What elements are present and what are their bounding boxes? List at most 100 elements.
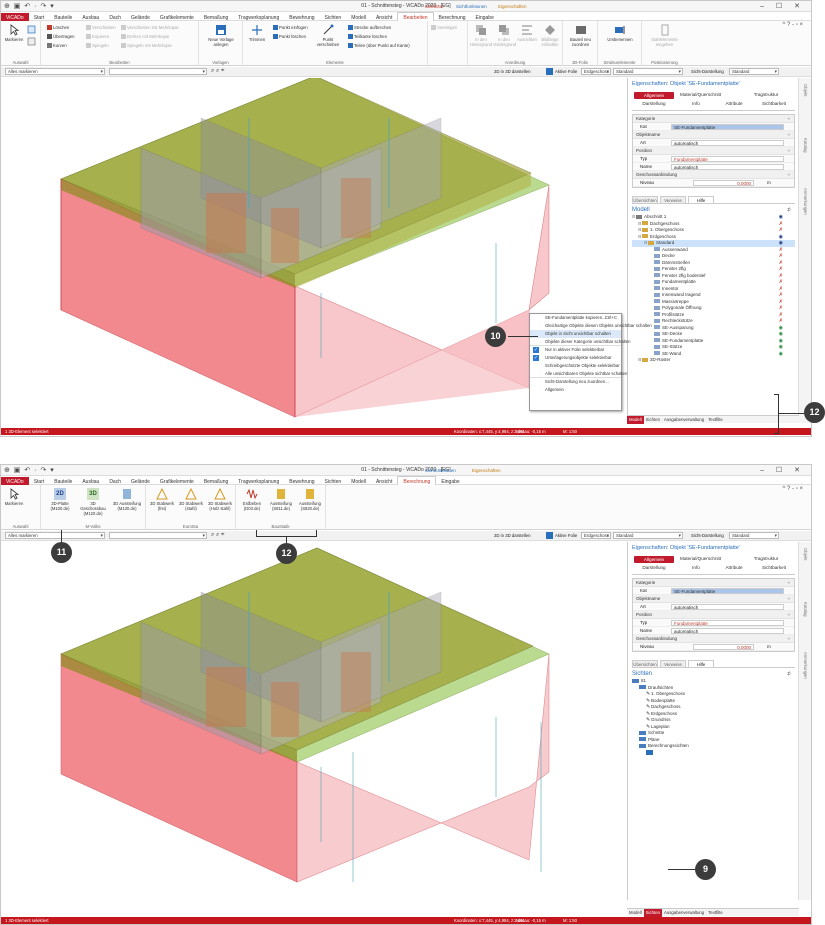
teilkante-loeschen-button[interactable]: Teilkante löschen <box>348 34 387 40</box>
context-tab-selektion[interactable]: Selektion <box>422 1 447 12</box>
stahlelemente-button[interactable]: Stahlelemente eingeben <box>644 24 685 47</box>
tab-modell-w2b[interactable]: Modell <box>627 909 644 917</box>
binoculars-icon-w2[interactable]: ⌕ ⌕ ⌖ <box>211 532 224 539</box>
context-tab-sichtfunktionen[interactable]: Sichtfunktionen <box>453 1 490 12</box>
tab-allgemein[interactable]: Allgemein <box>634 92 674 99</box>
3d-stabwerk-frei-button[interactable]: 3D Stabwerk (frei) <box>148 488 176 511</box>
3d-geschossbau-button[interactable]: 3D 3D Geschossbau (M120.de) <box>77 488 109 516</box>
typ-field[interactable]: Fundamentplatte <box>671 156 784 162</box>
context-menu[interactable]: SE-Fundamentplatte kopieren... Ctrl+C Glei… <box>529 313 652 411</box>
3d-viewport-w2[interactable] <box>1 542 626 900</box>
window-controls[interactable]: – ☐ ✕ <box>760 2 805 10</box>
context-menu-item[interactable]: Alle unsichtbaren Objekte sichtbar schal… <box>530 370 627 378</box>
spiegeln-button[interactable]: Spiegeln <box>86 43 109 49</box>
umbenennen-button[interactable]: Umbenennen <box>600 24 640 42</box>
modell-tree[interactable]: ⊟ Abschnitt 1 ◉ ⊟ Dachgeschoss ✗ ⊟ 1. Obergesch… <box>632 214 795 364</box>
tab-darstellung-w2[interactable]: Darstellung <box>634 565 674 570</box>
tab-hilfe-w2[interactable]: Hilfe <box>688 660 714 668</box>
context-menu-item[interactable]: Sicht-Darstellung neu zuordnen... <box>530 378 621 386</box>
tab-info[interactable]: Info <box>676 101 716 106</box>
niveau-field-w2[interactable]: 0.0000 <box>693 644 754 650</box>
teilen-button[interactable]: Teilen (über Punkt auf Kante) <box>348 43 410 49</box>
verschieben-button[interactable]: Verschieben <box>86 25 116 31</box>
markieren-button[interactable]: Markieren <box>4 24 24 42</box>
tab-uebersichten-w2[interactable]: Übersichten <box>632 660 658 668</box>
strecke-aufbrechen-button[interactable]: Strecke aufbrechen <box>348 25 391 31</box>
context-menu-item[interactable]: ✓ Unterlagerungsobjekte selektierbar <box>530 354 621 362</box>
context-tab-eigenschaften[interactable]: Eigenschaften <box>495 1 530 12</box>
context-menu-item[interactable]: Allgemein <box>530 386 621 394</box>
erdbeben-button[interactable]: Erdbeben (D03.de) <box>238 488 266 511</box>
layer-filter-combo[interactable] <box>109 68 207 75</box>
aussteifung-s811-button[interactable]: Aussteifung (S811.de) <box>267 488 295 511</box>
kopieren-button[interactable]: Kopieren <box>86 34 109 40</box>
art-field-w2[interactable]: automatisch <box>671 604 784 610</box>
tab-sichtbarkeit-w2[interactable]: Sichtbarkeit <box>754 565 794 570</box>
sichten-tree[interactable]: 81 Draufsichten ✎1. Obergeschoss ✎Bodenplat… <box>632 678 795 756</box>
context-menu-item[interactable]: Objekte dieser Kategorie unsichtbar scha… <box>530 338 631 346</box>
tab-modell-w1[interactable]: Modell <box>627 416 644 424</box>
layer-filter-combo-w2[interactable] <box>109 532 207 539</box>
drehen-mehrkopie-button[interactable]: Drehen mit Mehrkopie <box>121 34 169 40</box>
context-menu-item[interactable]: SE-Fundamentplatte kopieren... Ctrl+C <box>530 314 621 322</box>
modell-tree-item[interactable]: ⊟ 3D-Raster <box>632 357 795 364</box>
section-geschossanbindung[interactable]: Geschossanbindung <box>633 171 794 179</box>
sichten-tree-item[interactable] <box>632 749 795 757</box>
markieren-button-w2[interactable]: Markieren <box>4 488 24 506</box>
context-menu-item[interactable]: ✓ Nur in aktiver Folie selektierbar <box>530 346 621 354</box>
context-menu-item[interactable]: Objekt in Sicht unsichtbar schalten <box>530 330 621 338</box>
tab-ausgabe-w2b[interactable]: Ausgabenverwaltung <box>662 909 706 917</box>
section-position-w2[interactable]: Position <box>633 611 794 619</box>
aktive-folie-icon-w2[interactable] <box>546 532 553 539</box>
select-filter-icon[interactable] <box>27 37 36 46</box>
tab-sichten-w1[interactable]: Sichten <box>644 416 662 424</box>
kat-field[interactable]: SE-Fundamentplatte <box>671 124 784 130</box>
punkt-verschieben-button[interactable]: Punkt verschieben <box>313 24 343 47</box>
building-model-3d-w2[interactable] <box>1 542 626 900</box>
trimmen-button[interactable]: Trimmen <box>245 24 269 42</box>
side-tab-anmerkungen[interactable]: Anmerkungen <box>803 188 808 215</box>
ausrichten-button[interactable]: Ausrichten <box>516 24 538 42</box>
vordergrund-button[interactable]: In den Vordergrund <box>493 24 516 47</box>
bauteil-zuordnen-button[interactable]: Bauteil neu zuordnen <box>565 24 596 47</box>
spiegeln-mehrkopie-button[interactable]: Spiegeln mit Mehrkopie <box>121 43 172 49</box>
side-tab-katalog[interactable]: Katalog <box>803 138 808 153</box>
bildlaenge-button[interactable]: Bildlänge einhalten <box>539 24 561 47</box>
3d-stabwerk-holz-button[interactable]: 3D Stabwerk (Holz stahl) <box>206 488 234 511</box>
name-field-w2[interactable]: automatisch <box>671 628 784 634</box>
tab-verweise[interactable]: Verweise <box>660 196 686 204</box>
select-window-icon[interactable] <box>27 25 36 34</box>
tab-tragstruktur-w2[interactable]: Tragstruktur <box>746 556 786 561</box>
tab-bearbeiten[interactable]: Bearbeiten <box>397 12 434 21</box>
tab-berechnung-w2[interactable]: Berechnung <box>397 476 437 485</box>
sichtdarstellung-combo-w2[interactable]: Standard <box>729 532 779 539</box>
binoculars-icon[interactable]: ⌕ ⌕ ⌖ <box>211 68 224 75</box>
uebertragen-button[interactable]: Übertragen <box>47 34 75 40</box>
section-geschossanbindung-w2[interactable]: Geschossanbindung <box>633 635 794 643</box>
side-tab-objekt[interactable]: Objekt <box>803 84 808 96</box>
name-field[interactable]: automatisch <box>671 164 784 170</box>
selection-combo-w2[interactable]: Alles markieren <box>5 532 105 539</box>
tab-verweise-w2[interactable]: Verweise <box>660 660 686 668</box>
punkt-einfuegen-button[interactable]: Punkt einfügen <box>273 25 308 31</box>
3d-aussteifung-button[interactable]: 3D Aussteifung (M130.de) <box>110 488 144 511</box>
punkt-loeschen-button[interactable]: Punkt löschen <box>273 34 306 40</box>
context-tab-eigenschaften-w2[interactable]: Eigenschaften <box>469 465 504 476</box>
folie-combo-w2[interactable]: Erdgeschoss <box>581 532 611 539</box>
vereinigen-button[interactable]: Vereinigen <box>431 25 457 31</box>
section-objektname[interactable]: Objektname <box>633 131 794 139</box>
window-controls-w2[interactable]: – ☐ ✕ <box>760 466 805 474</box>
tab-textfilter-w1[interactable]: Textfilte <box>706 416 725 424</box>
tab-attribute[interactable]: Attribute <box>714 101 754 106</box>
section-kategorie-w2[interactable]: Kategorie <box>633 579 794 587</box>
context-menu-item[interactable]: Gleichartige Objekte diesen Objekts unsi… <box>530 322 652 330</box>
3d-platte-button[interactable]: 2D 3D-Platte (M100.de) <box>44 488 76 511</box>
help-icon-w2[interactable]: ^ ? - ▫ × <box>783 486 803 492</box>
typ-field-w2[interactable]: Fundamentplatte <box>671 620 784 626</box>
help-icon[interactable]: ^ ? - ▫ × <box>783 22 803 28</box>
selection-combo[interactable]: Alles markieren <box>5 68 105 75</box>
standard-combo-w2[interactable]: Standard <box>613 532 683 539</box>
tab-darstellung[interactable]: Darstellung <box>634 101 674 106</box>
art-field[interactable]: automatisch <box>671 140 784 146</box>
aussteifung-s820-button[interactable]: Aussteifung (S820.de) <box>296 488 324 511</box>
